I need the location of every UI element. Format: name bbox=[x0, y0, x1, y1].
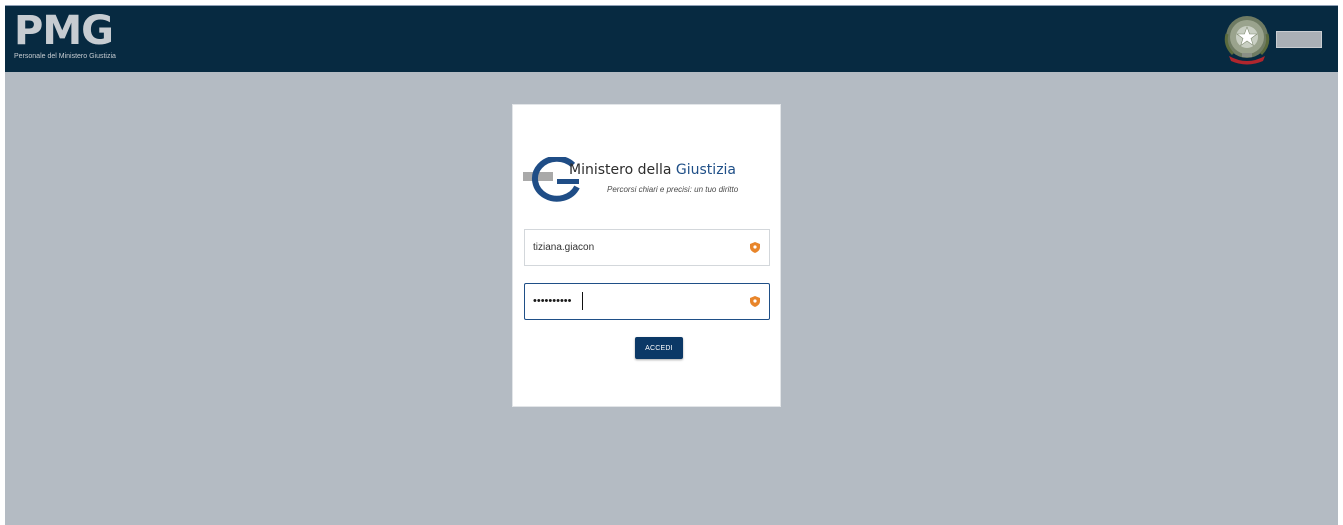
brand-subtitle: Personale del Ministero Giustizia bbox=[14, 53, 116, 60]
italian-republic-emblem-icon bbox=[1221, 12, 1273, 68]
brand-title: PMG bbox=[14, 8, 114, 54]
username-input[interactable] bbox=[533, 230, 743, 265]
shield-icon bbox=[750, 296, 760, 307]
logo-tagline: Percorsi chiari e precisi: un tuo diritt… bbox=[607, 185, 739, 194]
password-input[interactable]: •••••••••• bbox=[533, 294, 572, 308]
pmg-logo: PMG Personale del Ministero Giustizia bbox=[13, 8, 148, 64]
text-caret bbox=[582, 292, 583, 310]
ministero-giustizia-logo: Ministero della Giustizia Percorsi chiar… bbox=[523, 157, 773, 207]
password-field[interactable]: •••••••••• bbox=[524, 283, 770, 320]
app-window: PMG Personale del Ministero Giustizia Mi… bbox=[5, 5, 1338, 525]
header-user-chip[interactable] bbox=[1276, 31, 1322, 48]
shield-icon bbox=[750, 242, 760, 253]
top-header: PMG Personale del Ministero Giustizia bbox=[5, 6, 1338, 72]
logo-name-part1: Ministero della bbox=[569, 162, 676, 178]
accedi-button[interactable]: ACCEDI bbox=[635, 337, 683, 359]
logo-name: Ministero della Giustizia bbox=[569, 161, 736, 179]
username-field[interactable] bbox=[524, 229, 770, 266]
login-card: Ministero della Giustizia Percorsi chiar… bbox=[512, 104, 781, 407]
logo-name-part2: Giustizia bbox=[675, 162, 737, 178]
